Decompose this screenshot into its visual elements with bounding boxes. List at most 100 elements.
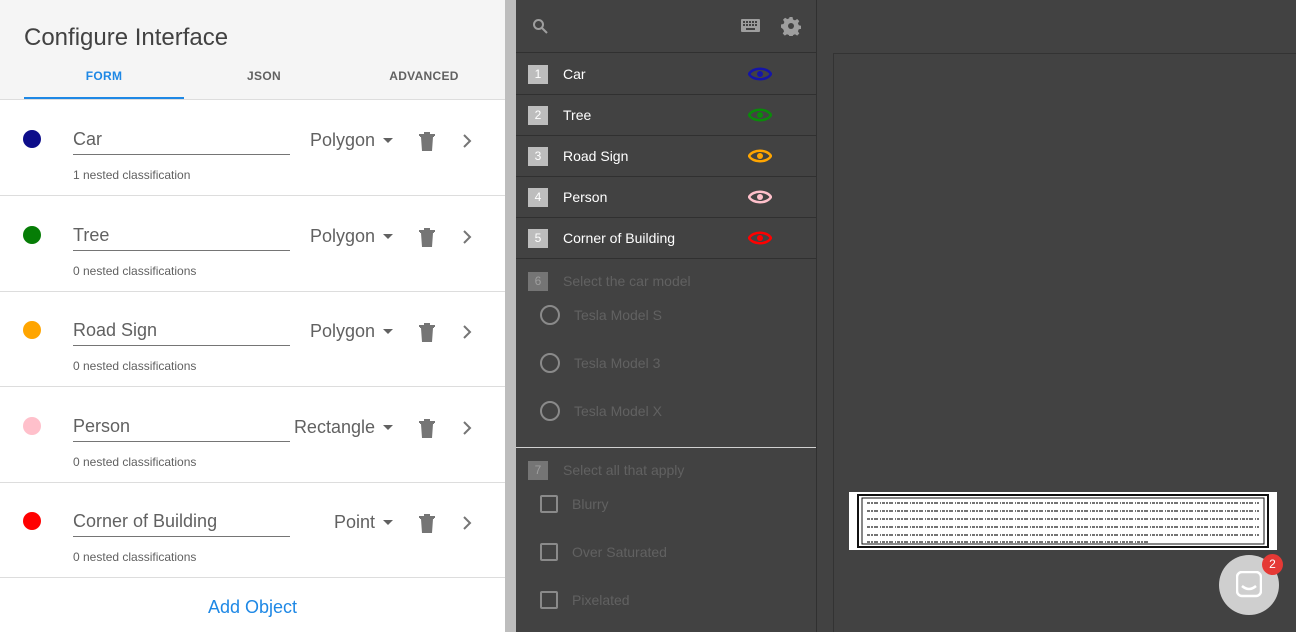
hotkey-badge: 5 [528, 229, 548, 248]
radio-option[interactable]: Tesla Model S [540, 303, 662, 327]
tool-label: Road Sign [563, 148, 629, 164]
question-title: Select all that apply [563, 462, 685, 478]
tool-type-label: Polygon [309, 130, 375, 150]
tool-type-label: Polygon [309, 226, 375, 246]
checkbox[interactable] [540, 495, 558, 513]
trash-icon[interactable] [418, 227, 436, 247]
tool-label: Corner of Building [563, 230, 676, 246]
chevron-right-icon[interactable] [458, 323, 476, 341]
checkbox[interactable] [540, 591, 558, 609]
document-image[interactable] [849, 492, 1277, 550]
add-object-button[interactable]: Add Object [0, 578, 505, 632]
configure-interface-panel: Configure Interface FORM JSON ADVANCED 1… [0, 0, 505, 632]
nested-count: 0 nested classifications [73, 550, 197, 564]
trash-icon[interactable] [418, 513, 436, 533]
nested-count: 1 nested classification [73, 168, 191, 182]
object-name-input[interactable] [73, 412, 290, 442]
tool-type-dropdown[interactable]: Rectangle [294, 417, 393, 438]
radio-option[interactable]: Tesla Model X [540, 399, 662, 423]
caret-down-icon [383, 520, 393, 525]
object-row-corner-of-building: 0 nested classifications Point [0, 483, 505, 578]
color-swatch[interactable] [23, 226, 41, 244]
search-icon[interactable] [532, 18, 548, 34]
object-row-road-sign: 0 nested classifications Polygon [0, 292, 505, 387]
checkbox-label: Blurry [572, 496, 609, 512]
tool-type-dropdown[interactable]: Polygon [310, 130, 393, 151]
color-swatch[interactable] [23, 512, 41, 530]
hotkey-badge: 2 [528, 106, 548, 125]
preview-toolbar [516, 0, 816, 53]
color-swatch[interactable] [23, 130, 41, 148]
chevron-right-icon[interactable] [458, 132, 476, 150]
radio-label: Tesla Model S [574, 307, 662, 323]
tab-advanced[interactable]: ADVANCED [344, 69, 504, 83]
caret-down-icon [383, 329, 393, 334]
color-swatch[interactable] [23, 321, 41, 339]
trash-icon[interactable] [418, 418, 436, 438]
caret-down-icon [383, 138, 393, 143]
checkbox-label: Pixelated [572, 592, 630, 608]
hotkey-badge: 6 [528, 272, 548, 291]
object-name-input[interactable] [73, 221, 290, 251]
hotkey-badge: 4 [528, 188, 548, 207]
object-name-input[interactable] [73, 316, 290, 346]
chevron-right-icon[interactable] [458, 228, 476, 246]
radio-button[interactable] [540, 401, 560, 421]
radio-label: Tesla Model X [574, 403, 662, 419]
tool-row-car[interactable]: 1 Car [516, 54, 816, 95]
tool-row-tree[interactable]: 2 Tree [516, 95, 816, 136]
hotkey-badge: 7 [528, 461, 548, 480]
hotkey-badge: 1 [528, 65, 548, 84]
tool-row-person[interactable]: 4 Person [516, 177, 816, 218]
tool-label: Person [563, 189, 608, 205]
tool-row-road-sign[interactable]: 3 Road Sign [516, 136, 816, 177]
checkbox-option[interactable]: Over Saturated [540, 540, 667, 564]
tool-row-corner-of-building[interactable]: 5 Corner of Building [516, 218, 816, 259]
trash-icon[interactable] [418, 322, 436, 342]
active-tab-indicator [24, 97, 184, 99]
checkbox-label: Over Saturated [572, 544, 667, 560]
nested-count: 0 nested classifications [73, 455, 197, 469]
tool-type-label: Polygon [309, 321, 375, 341]
object-name-input[interactable] [73, 507, 290, 537]
panel-header: Configure Interface FORM JSON ADVANCED [0, 0, 505, 100]
caret-down-icon [383, 234, 393, 239]
checkbox-option[interactable]: Blurry [540, 492, 609, 516]
caret-down-icon [383, 425, 393, 430]
object-row-tree: 0 nested classifications Polygon [0, 197, 505, 292]
eye-icon[interactable] [748, 148, 772, 164]
object-name-input[interactable] [73, 125, 290, 155]
tool-type-dropdown[interactable]: Polygon [310, 321, 393, 342]
tab-form[interactable]: FORM [24, 69, 184, 83]
notification-badge: 2 [1262, 554, 1283, 575]
chevron-right-icon[interactable] [458, 514, 476, 532]
hotkey-badge: 3 [528, 147, 548, 166]
tool-type-dropdown[interactable]: Polygon [310, 226, 393, 247]
panel-divider[interactable] [505, 0, 516, 632]
page-title: Configure Interface [24, 24, 229, 51]
radio-button[interactable] [540, 305, 560, 325]
tool-label: Car [563, 66, 586, 82]
radio-option[interactable]: Tesla Model 3 [540, 351, 660, 375]
trash-icon[interactable] [418, 131, 436, 151]
color-swatch[interactable] [23, 417, 41, 435]
checkbox[interactable] [540, 543, 558, 561]
nested-count: 0 nested classifications [73, 359, 197, 373]
panel-border [816, 0, 817, 632]
tool-type-label: Rectangle [293, 417, 375, 437]
tab-json[interactable]: JSON [184, 69, 344, 83]
tool-type-label: Point [333, 512, 375, 532]
gear-icon[interactable] [781, 16, 801, 36]
eye-icon[interactable] [748, 107, 772, 123]
object-row-person: 0 nested classifications Rectangle [0, 388, 505, 483]
chat-icon [1236, 571, 1262, 598]
eye-icon[interactable] [748, 230, 772, 246]
tool-type-dropdown[interactable]: Point [334, 512, 393, 533]
keyboard-icon[interactable] [741, 19, 760, 32]
eye-icon[interactable] [748, 189, 772, 205]
checkbox-option[interactable]: Pixelated [540, 588, 630, 612]
radio-label: Tesla Model 3 [574, 355, 661, 371]
eye-icon[interactable] [748, 66, 772, 82]
chevron-right-icon[interactable] [458, 419, 476, 437]
radio-button[interactable] [540, 353, 560, 373]
